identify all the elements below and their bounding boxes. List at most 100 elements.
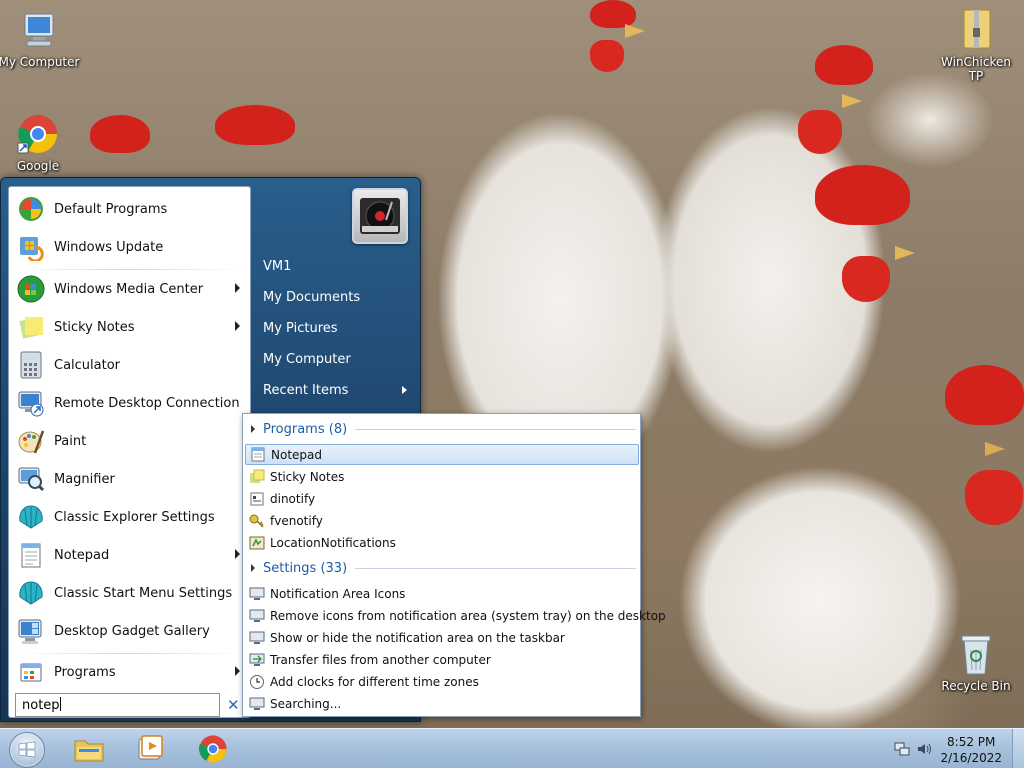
clock-time: 8:52 PM [947, 735, 996, 749]
zip-folder-icon [954, 8, 998, 52]
separator [15, 269, 245, 270]
key-icon [249, 513, 265, 529]
shell-icon [16, 578, 46, 608]
result-notification-area-icons[interactable]: Notification Area Icons [245, 583, 639, 604]
transfer-icon [249, 652, 265, 668]
recycle-bin-icon [954, 632, 998, 676]
media-player-icon [138, 735, 163, 760]
system-clock[interactable]: 8:52 PM 2/16/2022 [940, 734, 1002, 766]
results-group-programs[interactable]: Programs (8) [251, 420, 636, 438]
start-item-paint[interactable]: Paint [12, 423, 248, 459]
result-remove-icons-notification-area[interactable]: Remove icons from notification area (sys… [245, 605, 666, 626]
text-cursor [59, 697, 61, 711]
submenu-arrow-icon [235, 283, 240, 293]
start-item-notepad[interactable]: Notepad [12, 537, 248, 573]
notification-area: 8:52 PM 2/16/2022 [884, 729, 1024, 768]
result-location-notifications[interactable]: LocationNotifications [245, 532, 639, 553]
start-item-windows-update[interactable]: Windows Update [12, 229, 248, 265]
monitor-icon [249, 608, 265, 624]
gadget-icon [16, 616, 46, 646]
remote-desktop-icon [16, 388, 46, 418]
result-add-clocks[interactable]: Add clocks for different time zones [245, 671, 639, 692]
desktop-icon-recycle-bin[interactable]: Recycle Bin [934, 632, 1018, 693]
folder-icon [74, 740, 104, 762]
sticky-notes-icon [249, 469, 265, 485]
desktop-icon-label: My Computer [0, 55, 80, 69]
desktop-icon-label: WinChicken TP [941, 55, 1011, 83]
desktop-icon-my-computer[interactable]: My Computer [0, 8, 81, 69]
start-place-my-pictures[interactable]: My Pictures [263, 317, 413, 341]
sticky-notes-icon [16, 312, 46, 342]
submenu-arrow-icon [235, 549, 240, 559]
start-item-default-programs[interactable]: Default Programs [12, 191, 248, 227]
results-group-settings[interactable]: Settings (33) [251, 559, 636, 577]
start-item-magnifier[interactable]: Magnifier [12, 461, 248, 497]
result-dinotify[interactable]: dinotify [245, 488, 639, 509]
search-icon [249, 696, 265, 712]
turntable-icon [360, 198, 400, 234]
group-divider [355, 428, 636, 430]
notepad-icon [16, 540, 46, 570]
start-button[interactable] [9, 732, 45, 768]
start-item-calculator[interactable]: Calculator [12, 347, 248, 383]
media-center-icon [16, 274, 46, 304]
clear-search-icon[interactable]: ✕ [227, 696, 240, 714]
start-menu-programs-pane: Default Programs Windows Update Windows … [8, 186, 251, 718]
start-place-vm1[interactable]: VM1 [263, 255, 413, 279]
taskbar-chrome-button[interactable] [193, 732, 233, 766]
search-results-panel: Programs (8) Notepad Sticky Notes dinoti… [242, 413, 666, 717]
monitor-icon [249, 586, 265, 602]
windows-logo-icon [18, 741, 36, 758]
windows-update-icon [16, 232, 46, 262]
expand-triangle-icon [251, 564, 255, 572]
monitor-icon [249, 630, 265, 646]
clock-icon [249, 674, 265, 690]
result-transfer-files[interactable]: Transfer files from another computer [245, 649, 639, 670]
magnifier-icon [16, 464, 46, 494]
start-item-sticky-notes[interactable]: Sticky Notes [12, 309, 248, 345]
desktop-icon-winchicken[interactable]: WinChicken TP [934, 8, 1018, 83]
show-desktop-button[interactable] [1012, 729, 1024, 768]
desktop-icon-google[interactable]: Google [0, 112, 80, 173]
group-divider [355, 567, 636, 569]
desktop-icon-label: Google [16, 159, 60, 173]
submenu-arrow-icon [235, 321, 240, 331]
notepad-icon [250, 447, 266, 463]
user-picture[interactable] [352, 188, 408, 244]
shell-icon [16, 502, 46, 532]
paint-icon [16, 426, 46, 456]
volume-icon[interactable] [916, 741, 932, 760]
search-input[interactable]: notep [15, 693, 220, 717]
programs-icon [16, 657, 46, 687]
start-place-my-computer[interactable]: My Computer [263, 348, 413, 372]
result-show-hide-notification-area[interactable]: Show or hide the notification area on th… [245, 627, 639, 648]
start-item-desktop-gadget-gallery[interactable]: Desktop Gadget Gallery [12, 613, 248, 649]
computer-icon [17, 8, 61, 52]
app-icon [249, 491, 265, 507]
desktop-icon-label: Recycle Bin [941, 679, 1011, 693]
start-item-programs[interactable]: Programs [12, 654, 248, 690]
taskbar: 8:52 PM 2/16/2022 [0, 728, 1024, 768]
chrome-icon [16, 112, 60, 156]
submenu-arrow-icon [402, 386, 407, 394]
result-fvenotify[interactable]: fvenotify [245, 510, 639, 531]
location-icon [249, 535, 265, 551]
submenu-arrow-icon [235, 666, 240, 676]
result-searching: Searching... [245, 693, 639, 714]
start-item-classic-explorer-settings[interactable]: Classic Explorer Settings [12, 499, 248, 535]
result-sticky-notes[interactable]: Sticky Notes [245, 466, 639, 487]
start-item-windows-media-center[interactable]: Windows Media Center [12, 271, 248, 307]
chrome-icon [199, 735, 227, 763]
default-programs-icon [16, 194, 46, 224]
taskbar-explorer-button[interactable] [69, 732, 109, 766]
start-item-remote-desktop-connection[interactable]: Remote Desktop Connection [12, 385, 248, 421]
clock-date: 2/16/2022 [940, 751, 1002, 765]
start-place-recent-items[interactable]: Recent Items [263, 379, 413, 403]
expand-triangle-icon [251, 425, 255, 433]
start-place-my-documents[interactable]: My Documents [263, 286, 413, 310]
start-item-classic-start-menu-settings[interactable]: Classic Start Menu Settings [12, 575, 248, 611]
calculator-icon [16, 350, 46, 380]
taskbar-media-player-button[interactable] [130, 732, 170, 766]
result-notepad[interactable]: Notepad [245, 444, 639, 465]
network-icon[interactable] [894, 741, 910, 760]
